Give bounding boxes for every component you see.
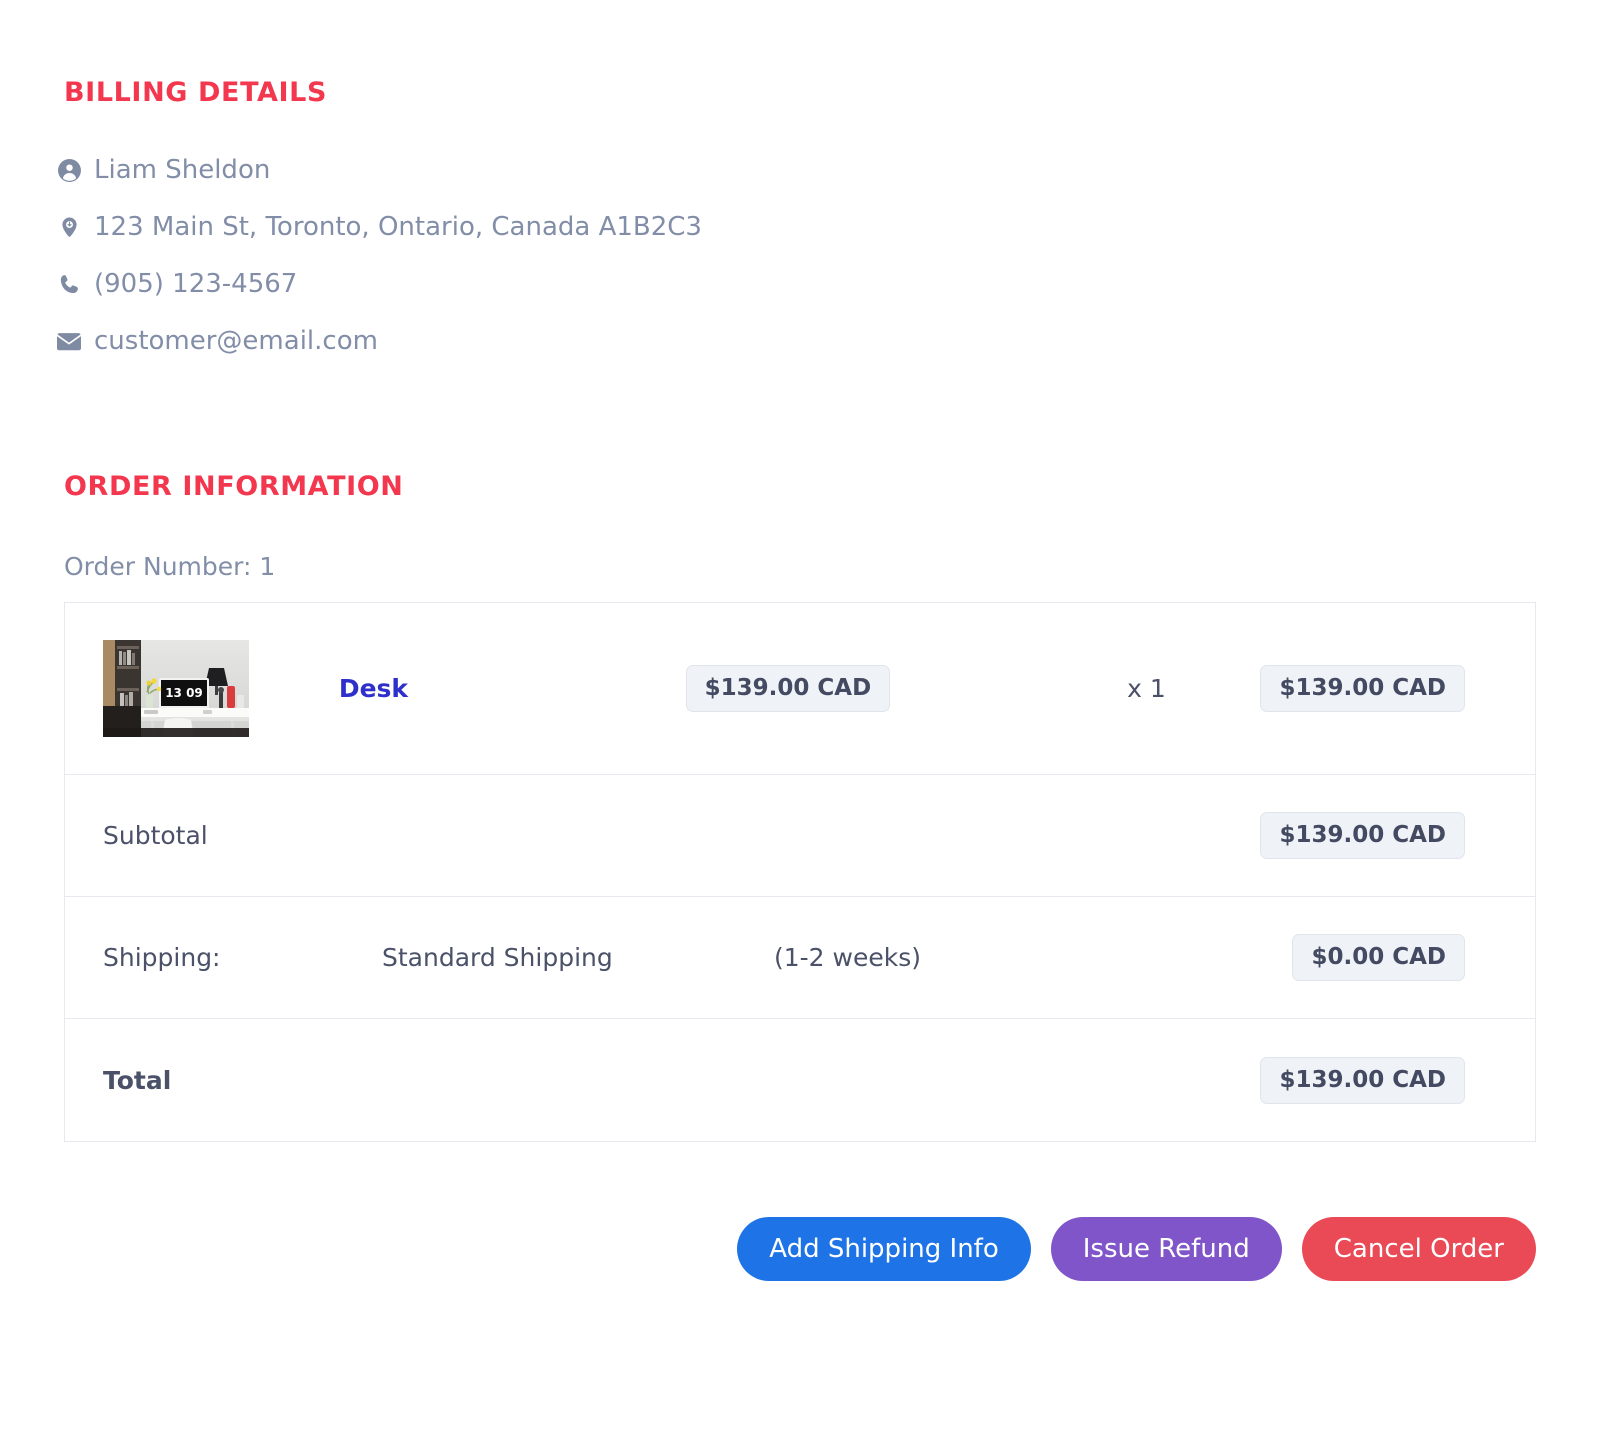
product-thumbnail-cell: 13 09 <box>65 640 339 737</box>
shipping-label: Shipping: <box>103 943 220 972</box>
table-row-subtotal: Subtotal $139.00 CAD <box>65 775 1535 897</box>
shipping-label-cell: Shipping: <box>65 943 382 972</box>
table-row-shipping: Shipping: Standard Shipping (1-2 weeks) … <box>65 897 1535 1019</box>
shipping-eta: (1-2 weeks) <box>774 943 921 972</box>
total-label: Total <box>103 1066 171 1095</box>
product-name-cell: Desk <box>339 674 686 703</box>
billing-row-phone: (905) 123-4567 <box>56 271 297 297</box>
order-number-label: Order Number: 1 <box>64 552 275 581</box>
billing-row-email: customer@email.com <box>56 328 378 354</box>
subtotal-label-cell: Subtotal <box>65 821 382 850</box>
subtotal-value-cell: $139.00 CAD <box>1166 812 1535 859</box>
total-value-cell: $139.00 CAD <box>1166 1057 1535 1104</box>
billing-phone: (905) 123-4567 <box>94 271 297 297</box>
billing-row-customer-name: Liam Sheldon <box>56 157 270 183</box>
quantity-text: x 1 <box>1127 674 1166 703</box>
subtotal-label: Subtotal <box>103 821 208 850</box>
unit-price-badge: $139.00 CAD <box>686 665 891 712</box>
order-items-table: 13 09 <box>64 602 1536 1142</box>
order-information-heading: ORDER INFORMATION <box>64 471 404 502</box>
line-total-badge: $139.00 CAD <box>1260 665 1465 712</box>
billing-details-heading: BILLING DETAILS <box>64 77 327 108</box>
cancel-order-button[interactable]: Cancel Order <box>1302 1217 1536 1281</box>
phone-icon <box>56 271 82 297</box>
billing-address: 123 Main St, Toronto, Ontario, Canada A1… <box>94 214 702 240</box>
product-quantity-cell: x 1 <box>1033 674 1261 703</box>
shipping-eta-cell: (1-2 weeks) <box>774 943 1166 972</box>
shipping-badge: $0.00 CAD <box>1292 934 1465 981</box>
product-line-total-cell: $139.00 CAD <box>1260 665 1535 712</box>
shipping-method: Standard Shipping <box>382 943 613 972</box>
desk-photo-icon: 13 09 <box>103 640 249 737</box>
subtotal-badge: $139.00 CAD <box>1260 812 1465 859</box>
table-row-product: 13 09 <box>65 603 1535 775</box>
map-pin-icon <box>56 214 82 240</box>
shipping-value-cell: $0.00 CAD <box>1166 934 1535 981</box>
billing-customer-name: Liam Sheldon <box>94 157 270 183</box>
order-detail-page: BILLING DETAILS Liam Sheldon 123 Main St… <box>0 0 1600 1430</box>
user-icon <box>56 157 82 183</box>
product-unit-price-cell: $139.00 CAD <box>686 665 1033 712</box>
total-badge: $139.00 CAD <box>1260 1057 1465 1104</box>
billing-row-address: 123 Main St, Toronto, Ontario, Canada A1… <box>56 214 702 240</box>
order-actions-bar: Add Shipping Info Issue Refund Cancel Or… <box>64 1217 1536 1281</box>
table-row-total: Total $139.00 CAD <box>65 1019 1535 1141</box>
add-shipping-info-button[interactable]: Add Shipping Info <box>737 1217 1031 1281</box>
envelope-icon <box>56 328 82 354</box>
shipping-method-cell: Standard Shipping <box>382 943 774 972</box>
billing-email: customer@email.com <box>94 328 378 354</box>
issue-refund-button[interactable]: Issue Refund <box>1051 1217 1282 1281</box>
product-name-link[interactable]: Desk <box>339 674 408 703</box>
svg-text:13 09: 13 09 <box>165 686 203 700</box>
total-label-cell: Total <box>65 1066 382 1095</box>
